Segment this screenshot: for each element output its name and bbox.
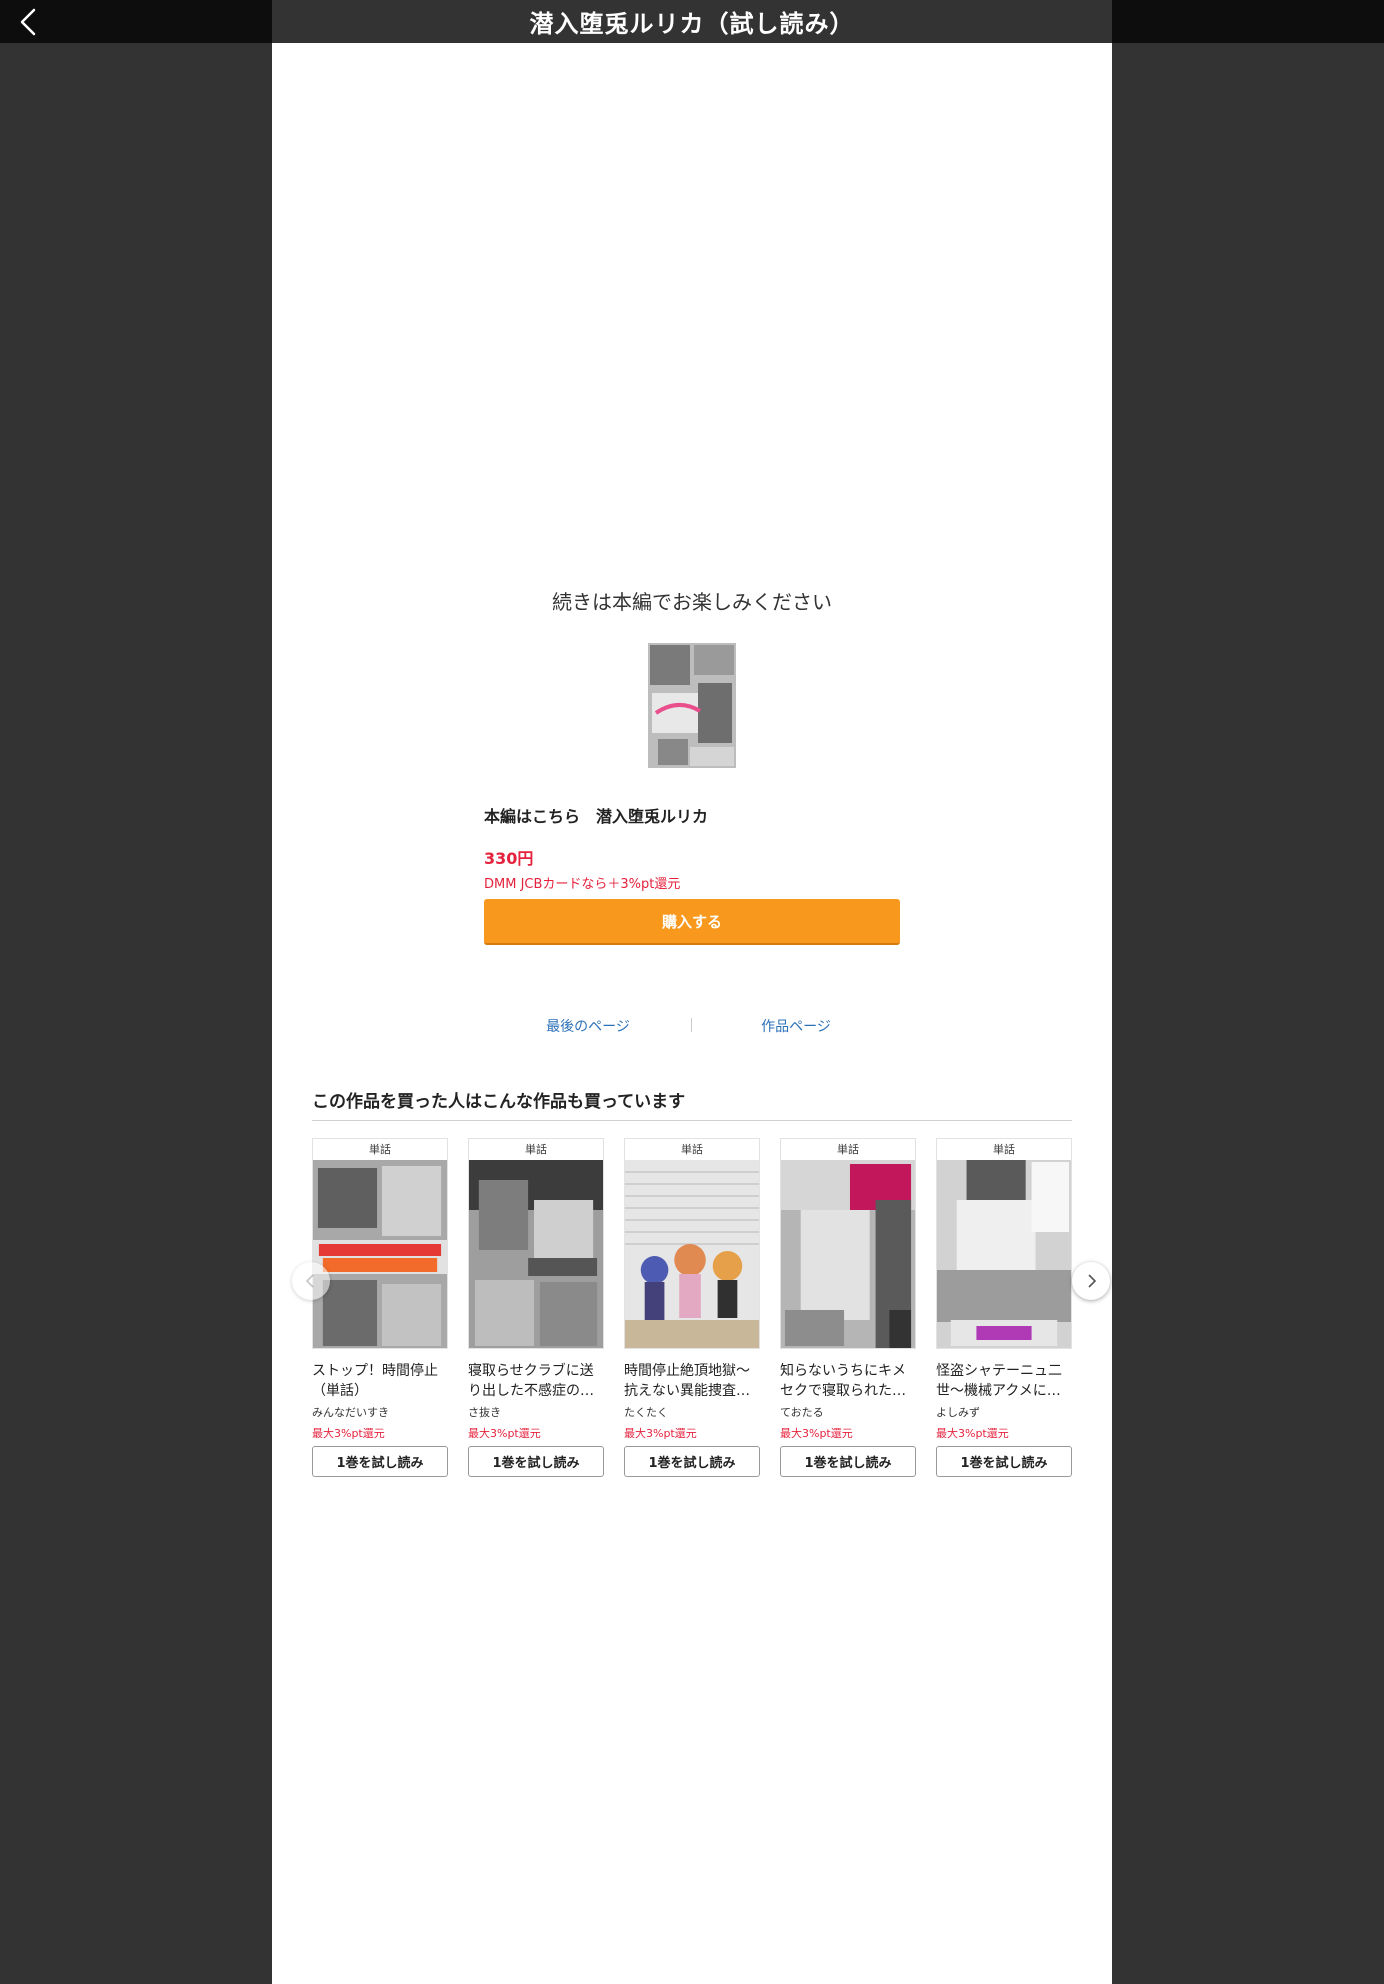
buy-button[interactable]: 購入する: [484, 899, 900, 945]
continue-message: 続きは本編でお楽しみください: [552, 590, 832, 614]
single-episode-tag: 単話: [313, 1139, 447, 1160]
book-title[interactable]: 時間停止絶頂地獄〜抗えない異能捜査…: [624, 1361, 760, 1401]
point-note: 最大3%pt還元: [780, 1427, 853, 1440]
recommend-card[interactable]: 単話 怪盗シャテーニュ二世〜機械アクメに… よしみず 最大3%pt還元 1巻を試…: [936, 1138, 1072, 1477]
trial-read-button[interactable]: 1巻を試し読み: [624, 1446, 760, 1477]
page-title: 潜入堕兎ルリカ（試し読み）: [529, 10, 855, 38]
recommend-card[interactable]: 単話 寝取らせクラブに送り出した不感症の… さ抜き 最大3%pt還元 1巻を試し…: [468, 1138, 604, 1477]
point-note: 最大3%pt還元: [936, 1427, 1009, 1440]
book-title[interactable]: 知らないうちにキメセクで寝取られた…: [780, 1361, 916, 1401]
recommend-card[interactable]: 単話 ストップ！時間停止（単話） みんなだいすき 最大3%pt還元 1巻を試し読…: [312, 1138, 448, 1477]
chevron-right-icon: [1088, 1274, 1097, 1288]
book-cover[interactable]: 単話: [312, 1138, 448, 1349]
book-title[interactable]: ストップ！時間停止（単話）: [312, 1361, 448, 1401]
book-title[interactable]: 寝取らせクラブに送り出した不感症の…: [468, 1361, 604, 1401]
book-author[interactable]: ておたる: [780, 1404, 916, 1420]
cover-art: [313, 1160, 447, 1348]
main-title-link[interactable]: 本編はこちら 潜入堕兎ルリカ: [484, 803, 904, 827]
book-title[interactable]: 怪盗シャテーニュ二世〜機械アクメに…: [936, 1361, 1072, 1401]
point-note: 最大3%pt還元: [312, 1427, 385, 1440]
single-episode-tag: 単話: [625, 1139, 759, 1160]
page-links: 最後のページ 作品ページ: [484, 1016, 900, 1036]
trial-read-button[interactable]: 1巻を試し読み: [780, 1446, 916, 1477]
book-cover[interactable]: 単話: [780, 1138, 916, 1349]
back-chevron-icon[interactable]: [14, 6, 46, 38]
point-note: 最大3%pt還元: [624, 1427, 697, 1440]
book-author[interactable]: たくたく: [624, 1404, 760, 1420]
single-episode-tag: 単話: [469, 1139, 603, 1160]
cover-art: [469, 1160, 603, 1348]
book-author[interactable]: よしみず: [936, 1404, 1072, 1420]
cover-art: [781, 1160, 915, 1348]
cover-art: [625, 1160, 759, 1348]
jcb-point-note: DMM JCBカードなら＋3%pt還元: [484, 877, 681, 892]
trial-read-button[interactable]: 1巻を試し読み: [312, 1446, 448, 1477]
carousel-prev-button[interactable]: [292, 1262, 330, 1300]
top-bar: 潜入堕兎ルリカ（試し読み）: [0, 0, 1384, 43]
point-note: 最大3%pt還元: [468, 1427, 541, 1440]
recommend-card[interactable]: 単話 時間停止絶頂地獄〜抗えない異能捜査… たくたく 最大3%pt還元 1巻を試…: [624, 1138, 760, 1477]
recommend-card[interactable]: 単話 知らないうちにキメセクで寝取られた… ておたる 最大3%pt還元 1巻を試…: [780, 1138, 916, 1477]
book-cover[interactable]: 単話: [936, 1138, 1072, 1349]
carousel-next-button[interactable]: [1072, 1262, 1110, 1300]
purchase-info: 本編はこちら 潜入堕兎ルリカ 330円 DMM JCBカードなら＋3%pt還元: [484, 803, 904, 892]
trial-read-button[interactable]: 1巻を試し読み: [936, 1446, 1072, 1477]
single-episode-tag: 単話: [937, 1139, 1071, 1160]
book-author[interactable]: みんなだいすき: [312, 1404, 448, 1420]
last-page-link[interactable]: 最後のページ: [484, 1016, 692, 1036]
work-page-link[interactable]: 作品ページ: [692, 1016, 900, 1036]
main-cover-image[interactable]: [648, 643, 736, 768]
title-bar: 潜入堕兎ルリカ（試し読み）: [272, 0, 1112, 43]
viewer-page: 続きは本編でお楽しみください 本編はこちら 潜入堕兎ルリカ 330円 DMM J…: [272, 43, 1112, 1984]
book-cover[interactable]: 単話: [624, 1138, 760, 1349]
recommend-carousel: 単話 ストップ！時間停止（単話） みんなだいすき 最大3%pt還元 1巻を試し読…: [312, 1138, 1072, 1488]
book-cover[interactable]: 単話: [468, 1138, 604, 1349]
price: 330円: [484, 849, 534, 868]
trial-read-button[interactable]: 1巻を試し読み: [468, 1446, 604, 1477]
cover-art: [937, 1160, 1071, 1348]
book-author[interactable]: さ抜き: [468, 1404, 604, 1420]
chevron-left-icon: [305, 1274, 314, 1288]
recommend-section-title: この作品を買った人はこんな作品も買っています: [312, 1087, 1072, 1121]
single-episode-tag: 単話: [781, 1139, 915, 1160]
